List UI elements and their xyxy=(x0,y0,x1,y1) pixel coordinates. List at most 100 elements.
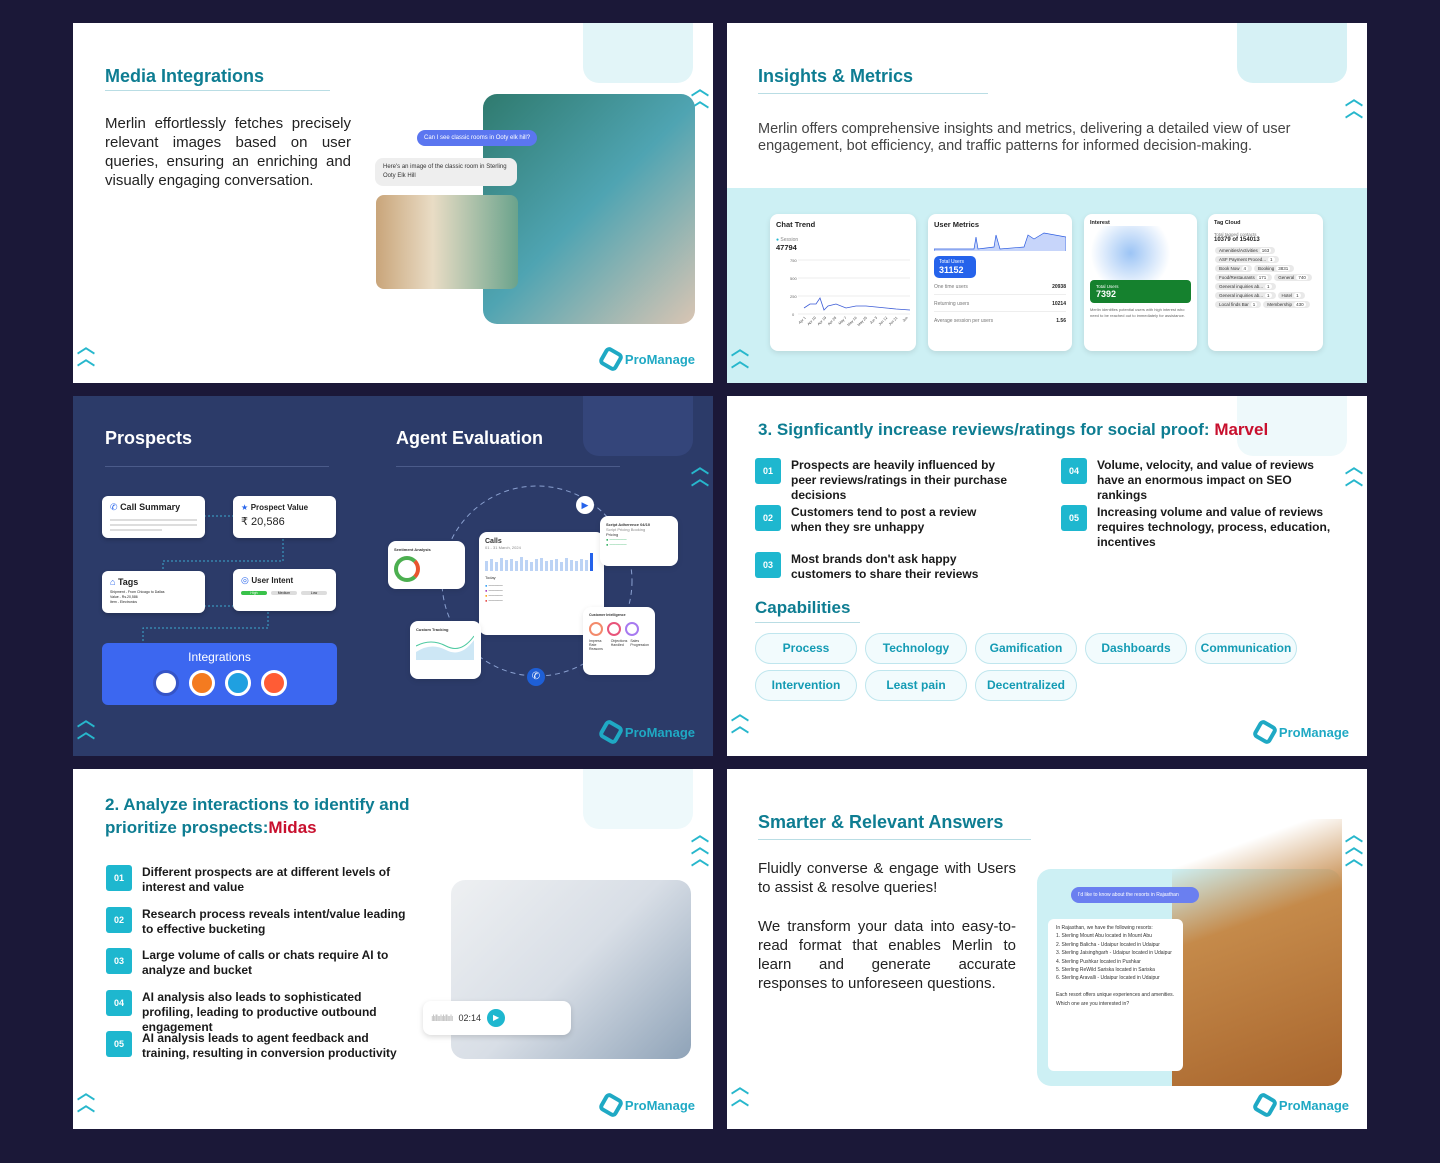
hotel-room-photo xyxy=(376,195,518,289)
calls-bar xyxy=(540,558,543,571)
prospect-icon: ★ xyxy=(241,503,249,512)
tag-label: General xyxy=(1278,275,1295,280)
capability-pill[interactable]: Process xyxy=(755,633,857,664)
tag-chip[interactable]: Local finds Bar 1 xyxy=(1215,301,1262,308)
slide-title: Media Integrations xyxy=(105,66,265,86)
calls-bar xyxy=(570,560,573,571)
phone-call-icon[interactable]: ✆ xyxy=(527,668,545,686)
salesforce-icon xyxy=(224,670,251,696)
capability-pill[interactable]: Gamification xyxy=(975,633,1077,664)
target-icon: ◎ xyxy=(241,575,249,585)
intent-medium[interactable]: Medium xyxy=(271,591,297,595)
slide-body: Merlin offers comprehensive insights and… xyxy=(758,121,1291,154)
tag-icon: ⌂ xyxy=(110,577,116,587)
tag-chip[interactable]: ASF Payment Proced... 1 xyxy=(1215,256,1279,263)
tag-chip[interactable]: General inquiries ab... 1 xyxy=(1215,292,1276,299)
audio-player[interactable]: ılıllıılılıllıılı 02:14 ▶ xyxy=(423,1001,571,1035)
tag-chip[interactable]: Amenities/Activities 163 xyxy=(1215,247,1276,254)
slide-title: 3. Signficantly increase reviews/ratings… xyxy=(758,420,1269,439)
tag-label: Food/Restaurants xyxy=(1219,275,1255,280)
custom-tracking-card: Custom Tracking xyxy=(410,621,481,679)
slide-media-integrations: ︿ ︿ ︿ ︿ Media Integrations Merlin effortle… xyxy=(73,23,713,383)
slide-reviews-marvel: ︿ ︿ ︿ ︿ 3. Signficantly increase reviews/r… xyxy=(727,396,1367,756)
point-number: 04 xyxy=(1061,458,1087,484)
capability-pill[interactable]: Communication xyxy=(1195,633,1297,664)
tag-chip[interactable]: Membership 430 xyxy=(1263,301,1310,308)
capability-pill[interactable]: Technology xyxy=(865,633,967,664)
calls-bar xyxy=(495,562,498,571)
calls-bar xyxy=(535,559,538,571)
tag-label: Hotel xyxy=(1281,293,1293,298)
point-item: 05 AI analysis leads to agent feedback an… xyxy=(106,1031,406,1061)
point-text: Research process reveals intent/value le… xyxy=(142,906,406,936)
slide-body: Merlin effortlessly fetches precisely re… xyxy=(105,115,351,189)
promanage-logo: ProManage xyxy=(1251,718,1349,746)
capability-pill[interactable]: Least pain xyxy=(865,670,967,701)
calls-bar xyxy=(485,561,488,571)
svg-text:250: 250 xyxy=(790,294,797,299)
point-number: 05 xyxy=(106,1031,132,1057)
point-text: Large volume of calls or chats require A… xyxy=(142,948,389,977)
tag-count: 1 xyxy=(1265,293,1272,298)
promanage-logo: ProManage xyxy=(597,1091,695,1119)
user-intent-card: ◎ User Intent High Medium Low xyxy=(233,569,336,611)
tags-card: ⌂ Tags Shipment - From Chicago to Dallas V… xyxy=(102,571,205,613)
x-tick-label: Jun 12 xyxy=(878,316,888,326)
slide-title: Insights & Metrics xyxy=(758,66,914,86)
capability-pill[interactable]: Intervention xyxy=(755,670,857,701)
calls-bar xyxy=(560,562,563,571)
tag-count: 1 xyxy=(1250,302,1258,307)
calls-bar xyxy=(565,558,568,571)
intent-high[interactable]: High xyxy=(241,591,267,595)
calls-bar xyxy=(500,558,503,571)
promanage-logo: ProManage xyxy=(597,718,695,746)
slide-body-1: Fluidly converse & engage with Users to … xyxy=(758,860,1016,896)
capability-pill[interactable]: Decentralized xyxy=(975,670,1077,701)
x-tick-label: Apr 10 xyxy=(807,316,817,326)
point-item: 02 Customers tend to post a review when t… xyxy=(755,505,1010,535)
intent-low[interactable]: Low xyxy=(301,591,327,595)
point-text: Most brands don't ask happy customers to… xyxy=(791,552,979,581)
integrations-panel: Integrations xyxy=(102,643,337,705)
phone-icon: ✆ xyxy=(110,502,118,512)
tag-count: 171 xyxy=(1256,275,1269,280)
play-icon[interactable]: ▶ xyxy=(487,1009,506,1027)
prospect-value-card: ★ Prospect Value ₹ 20,586 xyxy=(233,496,336,538)
play-icon[interactable]: ▶ xyxy=(576,496,594,514)
capabilities-title: Capabilities xyxy=(755,598,851,617)
x-tick-label: Apr 28 xyxy=(827,316,837,326)
capability-pill[interactable]: Dashboards xyxy=(1085,633,1187,664)
point-item: 01 Different prospects are at different l… xyxy=(106,865,406,895)
tag-chip[interactable]: General 740 xyxy=(1274,274,1312,281)
integration-icon xyxy=(152,670,179,696)
x-tick-label: May 25 xyxy=(857,316,868,327)
calls-bar xyxy=(530,562,533,571)
svg-text:750: 750 xyxy=(790,258,797,263)
tag-chip[interactable]: Booking 3831 xyxy=(1254,265,1295,272)
point-item: 04 AI analysis also leads to sophisticate… xyxy=(106,989,406,1035)
slide-title: Smarter & Relevant Answers xyxy=(758,812,1004,832)
tag-chip[interactable]: General inquiries ab... 1 xyxy=(1215,283,1276,290)
tag-label: Amenities/Activities xyxy=(1219,248,1258,253)
point-item: 01 Prospects are heavily influenced by pe… xyxy=(755,458,1010,503)
user-message: Can I see classic rooms in Ooty elk hill… xyxy=(417,130,538,146)
promanage-logo: ProManage xyxy=(1251,1091,1349,1119)
slide-body-2: We transform your data into easy-to-read… xyxy=(758,918,1016,992)
point-text: Volume, velocity, and value of reviews h… xyxy=(1097,458,1314,502)
sentiment-analysis-card: Sentiment Analysis xyxy=(388,541,465,589)
tag-chip[interactable]: Book Now 4 xyxy=(1215,265,1253,272)
calls-bar xyxy=(525,560,528,571)
tag-count: 1 xyxy=(1294,293,1301,298)
user-message: I'd like to know about the resorts in Ra… xyxy=(1071,887,1199,903)
tag-chip[interactable]: Food/Restaurants 171 xyxy=(1215,274,1273,281)
customer-intelligence-card: Customer Intelligence Impress Rate Reason… xyxy=(583,607,655,675)
tag-chip[interactable]: Hotel 1 xyxy=(1277,292,1305,299)
slide-prospects-midas: ︿ ︿ ︿ ︿ ︿ 2. Analyze interactions to identi… xyxy=(73,769,713,1129)
calls-bar xyxy=(515,561,518,571)
point-item: 03 Most brands don't ask happy customers … xyxy=(755,552,1010,582)
point-item: 03 Large volume of calls or chats require… xyxy=(106,948,406,978)
point-number: 01 xyxy=(106,865,132,891)
x-tick-label: May 16 xyxy=(847,316,858,327)
point-item: 02 Research process reveals intent/value … xyxy=(106,906,406,937)
calls-bar xyxy=(505,560,508,571)
